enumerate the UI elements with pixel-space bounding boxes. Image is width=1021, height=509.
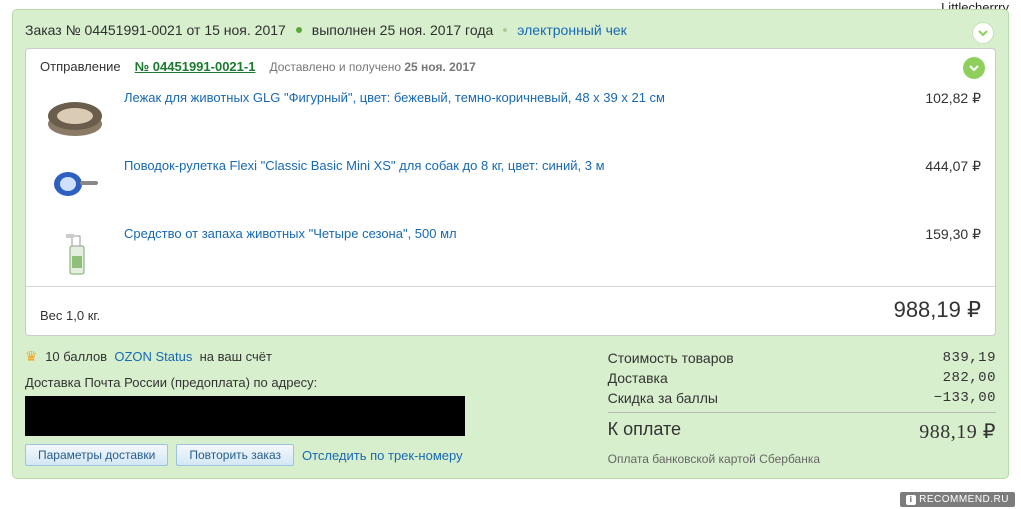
track-link[interactable]: Отследить по трек-номеру [302, 448, 463, 463]
summary-row: Стоимость товаров 839,19 [608, 348, 996, 368]
item-price: 444,07 ₽ [871, 158, 981, 175]
item-link[interactable]: Поводок-рулетка Flexi "Classic Basic Min… [124, 158, 605, 173]
leash-icon [44, 162, 106, 206]
bonus-line: ♛ 10 баллов OZON Status на ваш счёт [25, 348, 559, 365]
shipment-weight: Вес 1,0 кг. [40, 308, 100, 323]
item-thumb [40, 226, 110, 278]
item-link[interactable]: Лежак для животных GLG "Фигурный", цвет:… [124, 90, 665, 105]
chevron-down-icon [977, 27, 989, 39]
receipt-link[interactable]: электронный чек [517, 22, 627, 38]
delivery-params-button[interactable]: Параметры доставки [25, 444, 168, 466]
summary-row: Скидка за баллы −133,00 [608, 388, 996, 408]
crown-icon: ♛ [25, 348, 38, 364]
item-link[interactable]: Средство от запаха животных "Четыре сезо… [124, 226, 457, 241]
item-row: Лежак для животных GLG "Фигурный", цвет:… [26, 82, 995, 150]
ozon-status-link[interactable]: OZON Status [114, 349, 192, 364]
order-header: Заказ № 04451991-0021 от 15 ноя. 2017 вы… [25, 20, 996, 48]
spray-bottle-icon [44, 226, 106, 278]
order-status: выполнен 25 ноя. 2017 года [312, 22, 493, 38]
shipment-footer: Вес 1,0 кг. 988,19 ₽ [26, 286, 995, 335]
summary-row: Доставка 282,00 [608, 368, 996, 388]
order-collapse-button[interactable] [972, 22, 994, 44]
shipment-collapse-button[interactable] [963, 57, 985, 79]
chevron-down-icon [968, 62, 980, 74]
payment-note: Оплата банковской картой Сбербанка [608, 452, 996, 466]
order-label: Заказ № 04451991-0021 от 15 ноя. 2017 [25, 22, 286, 38]
summary-section: ♛ 10 баллов OZON Status на ваш счёт Дост… [25, 348, 996, 466]
pet-bed-icon [44, 94, 106, 138]
item-thumb [40, 90, 110, 142]
separator-dot-icon [503, 28, 507, 32]
watermark: iRECOMMEND.RU [900, 492, 1015, 507]
repeat-order-button[interactable]: Повторить заказ [176, 444, 294, 466]
order-panel: Заказ № 04451991-0021 от 15 ноя. 2017 вы… [12, 9, 1009, 479]
order-date: 15 ноя. 2017 [204, 22, 285, 38]
item-price: 159,30 ₽ [871, 226, 981, 243]
delivery-label: Доставка Почта России (предоплата) по ад… [25, 375, 559, 390]
summary-total-row: К оплате 988,19 ₽ [608, 412, 996, 446]
item-row: Средство от запаха животных "Четыре сезо… [26, 218, 995, 286]
shipment-number-link[interactable]: № 04451991-0021-1 [135, 59, 256, 74]
status-dot-icon [296, 27, 302, 33]
shipment-total: 988,19 ₽ [894, 297, 981, 323]
shipment-status: Доставлено и получено 25 ноя. 2017 [269, 60, 475, 74]
item-list: Лежак для животных GLG "Фигурный", цвет:… [26, 82, 995, 286]
summary-table: Стоимость товаров 839,19 Доставка 282,00… [608, 348, 996, 466]
shipment-panel: Отправление № 04451991-0021-1 Доставлено… [25, 48, 996, 336]
item-thumb [40, 158, 110, 210]
item-row: Поводок-рулетка Flexi "Classic Basic Min… [26, 150, 995, 218]
shipment-label: Отправление [40, 59, 121, 74]
shipment-header: Отправление № 04451991-0021-1 Доставлено… [26, 49, 995, 82]
address-redacted [25, 396, 465, 436]
order-number: 04451991-0021 [85, 22, 183, 38]
item-price: 102,82 ₽ [871, 90, 981, 107]
